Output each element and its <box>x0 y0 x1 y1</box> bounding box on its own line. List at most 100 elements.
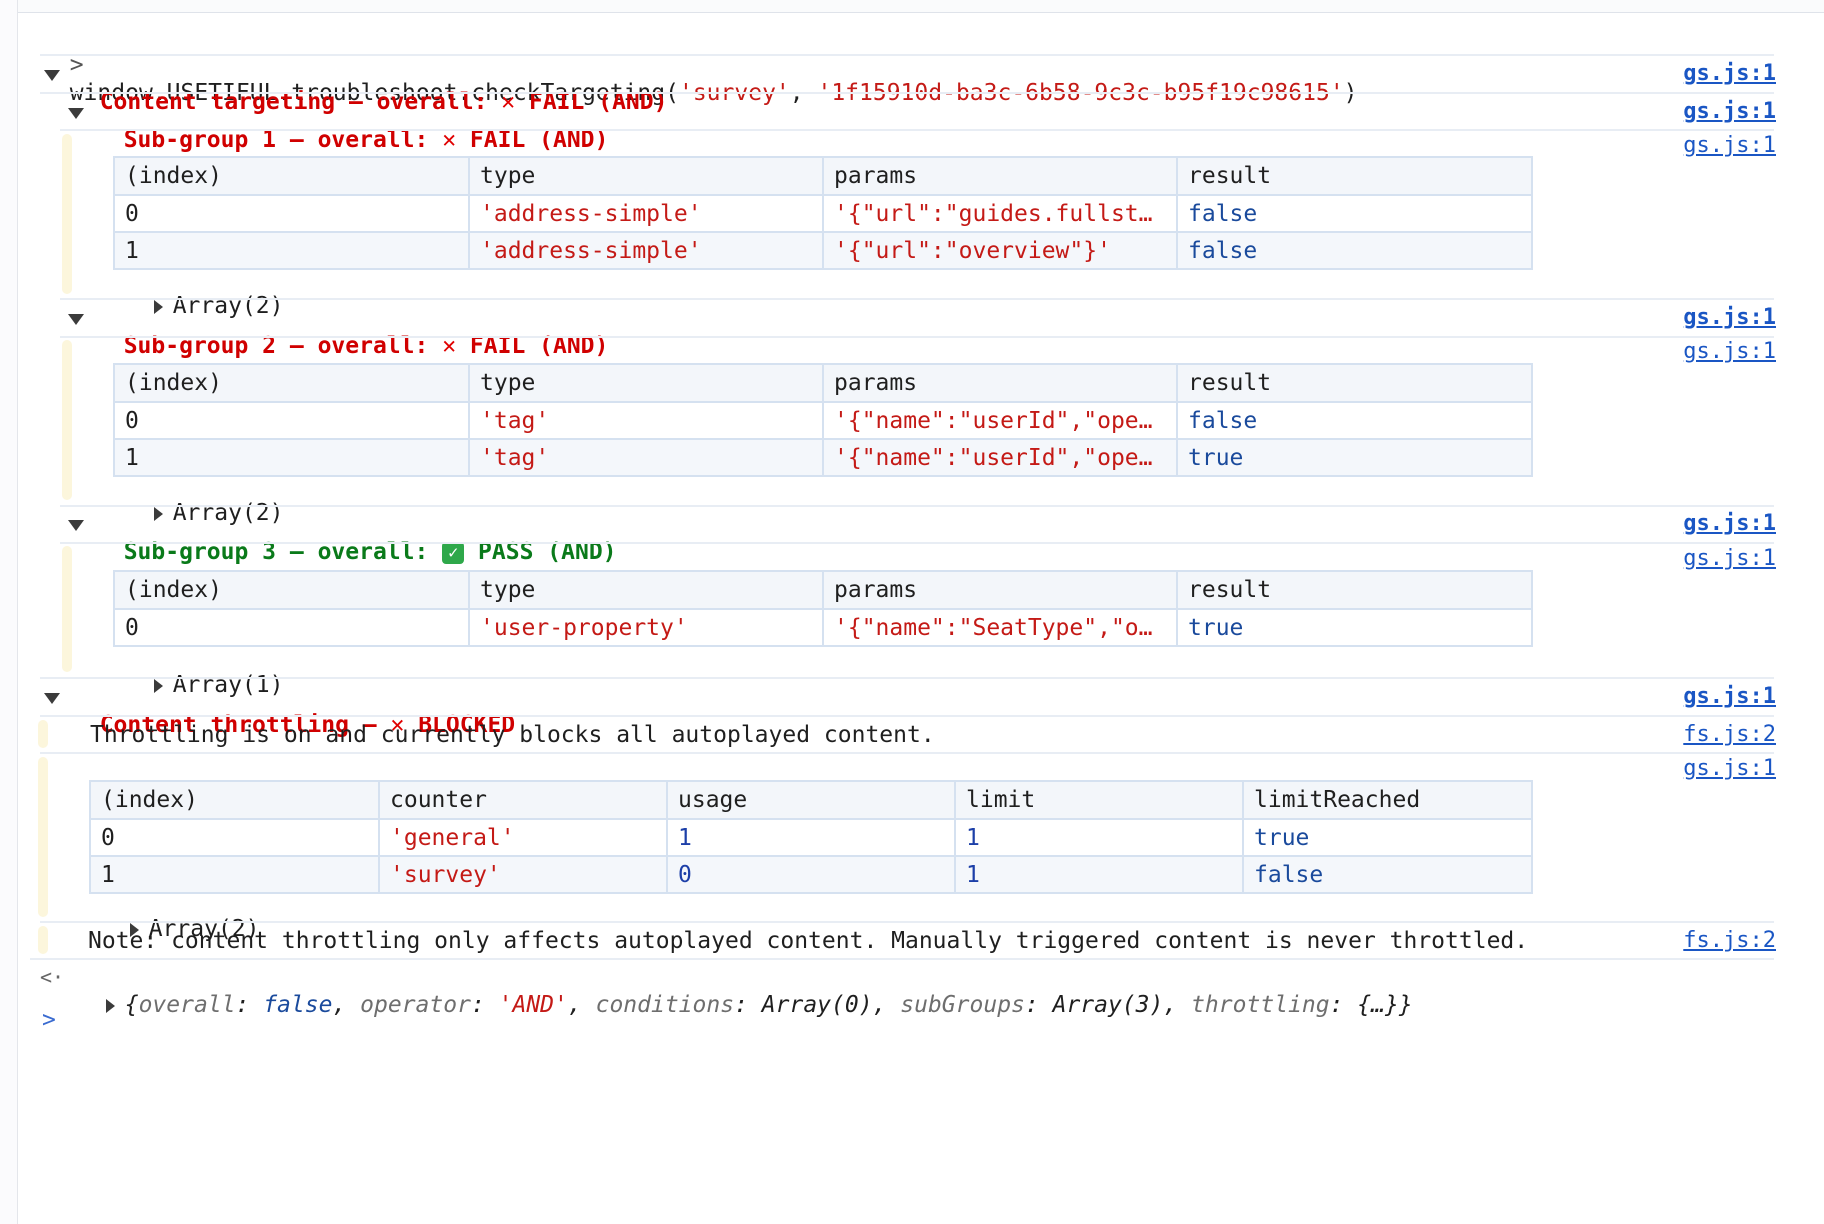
table-row: 1 'address-simple' '{"url":"overview"}' … <box>113 231 1533 270</box>
collapse-triangle-icon[interactable] <box>68 304 84 332</box>
table-cell: 0 <box>113 194 470 233</box>
table-cell: false <box>1176 194 1533 233</box>
divider <box>30 958 1774 960</box>
table-cell: false <box>1242 855 1533 894</box>
subgroup-1-header[interactable]: Sub-group 1 – overall: ✕ FAIL (AND) <box>96 98 609 154</box>
divider <box>40 677 1774 679</box>
divider <box>60 129 1774 131</box>
table-cell: 0 <box>666 855 956 894</box>
table-cell: false <box>1176 231 1533 270</box>
source-link[interactable]: gs.js:1 <box>1683 683 1776 711</box>
source-link[interactable]: gs.js:1 <box>1683 132 1776 160</box>
table-cell: 'address-simple' <box>468 194 824 233</box>
table-cell: 1 <box>666 818 956 857</box>
object-value: {…} <box>1357 992 1399 1018</box>
source-link[interactable]: gs.js:1 <box>1683 60 1776 88</box>
throttling-table: (index) counter usage limit limitReached… <box>89 780 1533 894</box>
object-value: 'AND' <box>498 992 568 1018</box>
table-cell: true <box>1176 608 1533 647</box>
conditions-table: (index) type params result 0 'tag' '{"na… <box>113 363 1533 477</box>
column-header[interactable]: (index) <box>89 780 380 820</box>
table-row: 0 'address-simple' '{"url":"guides.fulls… <box>113 194 1533 233</box>
table-cell: true <box>1176 438 1533 477</box>
throttling-message: Throttling is on and currently blocks al… <box>90 722 935 748</box>
object-value: Array(3) <box>1052 992 1164 1018</box>
column-header[interactable]: params <box>822 156 1178 196</box>
table-cell: true <box>1242 818 1533 857</box>
divider <box>40 54 1774 56</box>
source-link[interactable]: fs.js:2 <box>1683 721 1776 749</box>
column-header[interactable]: params <box>822 570 1178 610</box>
column-header[interactable]: result <box>1176 570 1533 610</box>
table-cell: '{"name":"userId","operator"… <box>822 401 1178 440</box>
table-cell: 1 <box>954 855 1244 894</box>
source-link[interactable]: gs.js:1 <box>1683 338 1776 366</box>
table-cell: 0 <box>113 608 470 647</box>
return-object[interactable]: {overall: false, operator: 'AND', condit… <box>78 963 1413 1019</box>
console-input-prompt[interactable]: > <box>42 1006 56 1034</box>
subgroup-2-header[interactable]: Sub-group 2 – overall: ✕ FAIL (AND) <box>96 304 609 360</box>
table-header-row: (index) counter usage limit limitReached <box>89 780 1533 820</box>
table-cell: 'user-property' <box>468 608 824 647</box>
collapse-triangle-icon[interactable] <box>44 683 60 711</box>
column-header[interactable]: result <box>1176 363 1533 403</box>
table-cell: '{"name":"userId","operator"… <box>822 438 1178 477</box>
collapse-triangle-icon[interactable] <box>68 98 84 126</box>
table-row: 0 'tag' '{"name":"userId","operator"… fa… <box>113 401 1533 440</box>
column-header[interactable]: result <box>1176 156 1533 196</box>
table-cell: 0 <box>89 818 380 857</box>
table-row: 1 'survey' 0 1 false <box>89 855 1533 894</box>
source-link[interactable]: fs.js:2 <box>1683 927 1776 955</box>
source-link[interactable]: gs.js:1 <box>1683 304 1776 332</box>
source-link[interactable]: gs.js:1 <box>1683 510 1776 538</box>
table-cell: 'general' <box>378 818 668 857</box>
divider <box>60 298 1774 300</box>
column-header[interactable]: (index) <box>113 156 470 196</box>
column-header[interactable]: type <box>468 570 824 610</box>
column-header[interactable]: (index) <box>113 570 470 610</box>
conditions-table: (index) type params result 0 'address-si… <box>113 156 1533 270</box>
column-header[interactable]: usage <box>666 780 956 820</box>
object-key: conditions <box>595 992 735 1018</box>
column-header[interactable]: params <box>822 363 1178 403</box>
throttling-note: Note: content throttling only affects au… <box>88 928 1529 954</box>
column-header[interactable]: counter <box>378 780 668 820</box>
table-cell: 1 <box>954 818 1244 857</box>
source-link[interactable]: gs.js:1 <box>1683 545 1776 573</box>
divider <box>60 505 1774 507</box>
column-header[interactable]: type <box>468 363 824 403</box>
collapse-triangle-icon[interactable] <box>44 60 60 88</box>
subgroup-3-header[interactable]: Sub-group 3 – overall: ✓ PASS (AND) <box>96 510 617 566</box>
group-gutter <box>62 340 72 500</box>
table-cell: false <box>1176 401 1533 440</box>
group-gutter <box>38 926 48 954</box>
column-header[interactable]: (index) <box>113 363 470 403</box>
object-value: Array(0) <box>761 992 873 1018</box>
table-cell: 'tag' <box>468 401 824 440</box>
collapse-triangle-icon[interactable] <box>68 510 84 538</box>
table-cell: 'tag' <box>468 438 824 477</box>
table-row: 0 'user-property' '{"name":"SeatType","o… <box>113 608 1533 647</box>
object-value: false <box>263 992 333 1018</box>
table-cell: '{"url":"guides.fullstory.co… <box>822 194 1178 233</box>
pass-check-icon: ✓ <box>442 541 465 564</box>
table-row: 0 'general' 1 1 true <box>89 818 1533 857</box>
brace: { <box>124 992 139 1018</box>
table-cell: 'survey' <box>378 855 668 894</box>
object-key: throttling <box>1191 992 1330 1018</box>
source-link[interactable]: gs.js:1 <box>1683 98 1776 126</box>
column-header[interactable]: limit <box>954 780 1244 820</box>
column-header[interactable]: limitReached <box>1242 780 1533 820</box>
divider <box>40 715 1774 717</box>
source-link[interactable]: gs.js:1 <box>1683 755 1776 783</box>
table-cell: 'address-simple' <box>468 231 824 270</box>
column-header[interactable]: type <box>468 156 824 196</box>
table-header-row: (index) type params result <box>113 570 1533 610</box>
table-header-row: (index) type params result <box>113 156 1533 196</box>
expand-triangle-icon <box>105 998 115 1013</box>
brace: } <box>1398 992 1413 1018</box>
group-gutter <box>62 546 72 672</box>
conditions-table: (index) type params result 0 'user-prope… <box>113 570 1533 647</box>
table-row: 1 'tag' '{"name":"userId","operator"… tr… <box>113 438 1533 477</box>
table-cell: 0 <box>113 401 470 440</box>
